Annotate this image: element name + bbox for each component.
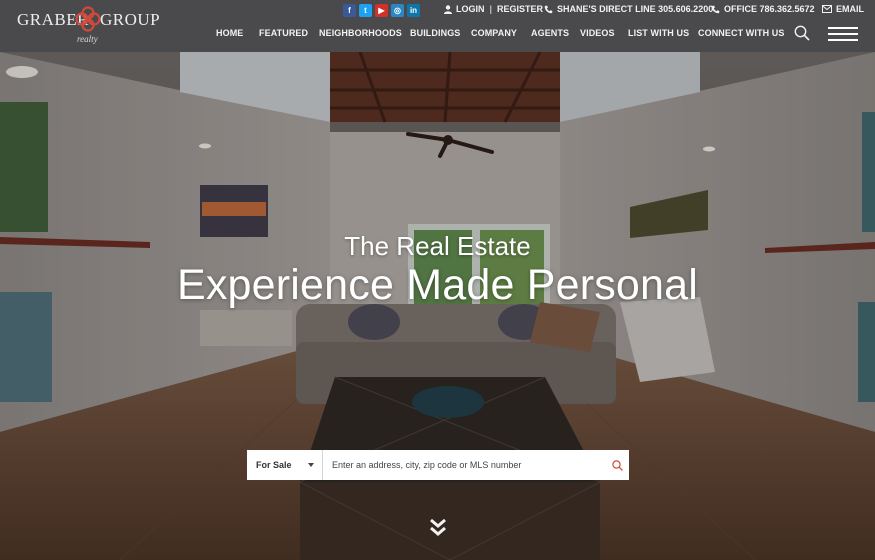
nav-connect-with-us[interactable]: CONNECT WITH US	[698, 28, 785, 38]
account-links: LOGIN | REGISTER	[444, 4, 543, 14]
youtube-icon[interactable]: ▶	[375, 4, 388, 17]
hero-headline-line1: The Real Estate	[344, 231, 531, 261]
search-icon[interactable]	[794, 25, 810, 41]
nav-featured[interactable]: FEATURED	[259, 28, 308, 38]
nav-home[interactable]: HOME	[216, 28, 243, 38]
listing-type-dropdown[interactable]: For Sale	[247, 450, 323, 480]
direct-line-text: SHANE'S DIRECT LINE 305.606.2200	[557, 4, 714, 14]
user-icon	[444, 4, 452, 14]
instagram-icon[interactable]: ◎	[391, 4, 404, 17]
nav-list-with-us[interactable]: LIST WITH US	[628, 28, 689, 38]
property-search-bar: For Sale	[247, 450, 629, 480]
login-separator: |	[489, 4, 493, 14]
hamburger-menu-icon[interactable]	[828, 27, 858, 41]
nav-buildings[interactable]: BUILDINGS	[410, 28, 460, 38]
main-nav: HOME FEATURED NEIGHBORHOODS BUILDINGS CO…	[0, 28, 875, 42]
twitter-icon[interactable]: t	[359, 4, 372, 17]
direct-line-link[interactable]: SHANE'S DIRECT LINE 305.606.2200	[544, 4, 713, 14]
email-link[interactable]: EMAIL	[822, 4, 864, 14]
site-header: GRABER GROUP realty f t ▶ ◎ in LOGIN | R…	[0, 0, 875, 52]
envelope-icon	[822, 5, 832, 13]
nav-agents[interactable]: AGENTS	[531, 28, 569, 38]
listing-type-value: For Sale	[256, 460, 292, 470]
hero-headline-line2: Experience Made Personal	[176, 261, 699, 309]
scroll-down-chevron-icon[interactable]	[429, 518, 447, 538]
hero-section: The Real Estate Experience Made Personal…	[0, 52, 875, 560]
phone-icon	[711, 5, 720, 13]
phone-icon	[544, 5, 553, 13]
logo-word-right: GROUP	[100, 10, 161, 29]
search-submit-button[interactable]	[605, 450, 629, 480]
linkedin-icon[interactable]: in	[407, 4, 420, 17]
search-icon	[611, 459, 623, 471]
nav-neighborhoods[interactable]: NEIGHBORHOODS	[319, 28, 402, 38]
facebook-icon[interactable]: f	[343, 4, 356, 17]
email-text: EMAIL	[836, 4, 864, 14]
office-phone-link[interactable]: OFFICE 786.362.5672	[711, 4, 815, 14]
nav-company[interactable]: COMPANY	[471, 28, 517, 38]
address-search-input[interactable]	[323, 450, 605, 480]
office-phone-text: OFFICE 786.362.5672	[724, 4, 815, 14]
caret-down-icon	[308, 463, 314, 467]
social-links: f t ▶ ◎ in	[343, 4, 420, 17]
nav-videos[interactable]: VIDEOS	[580, 28, 615, 38]
register-link[interactable]: REGISTER	[497, 4, 543, 14]
login-link[interactable]: LOGIN	[456, 4, 485, 14]
